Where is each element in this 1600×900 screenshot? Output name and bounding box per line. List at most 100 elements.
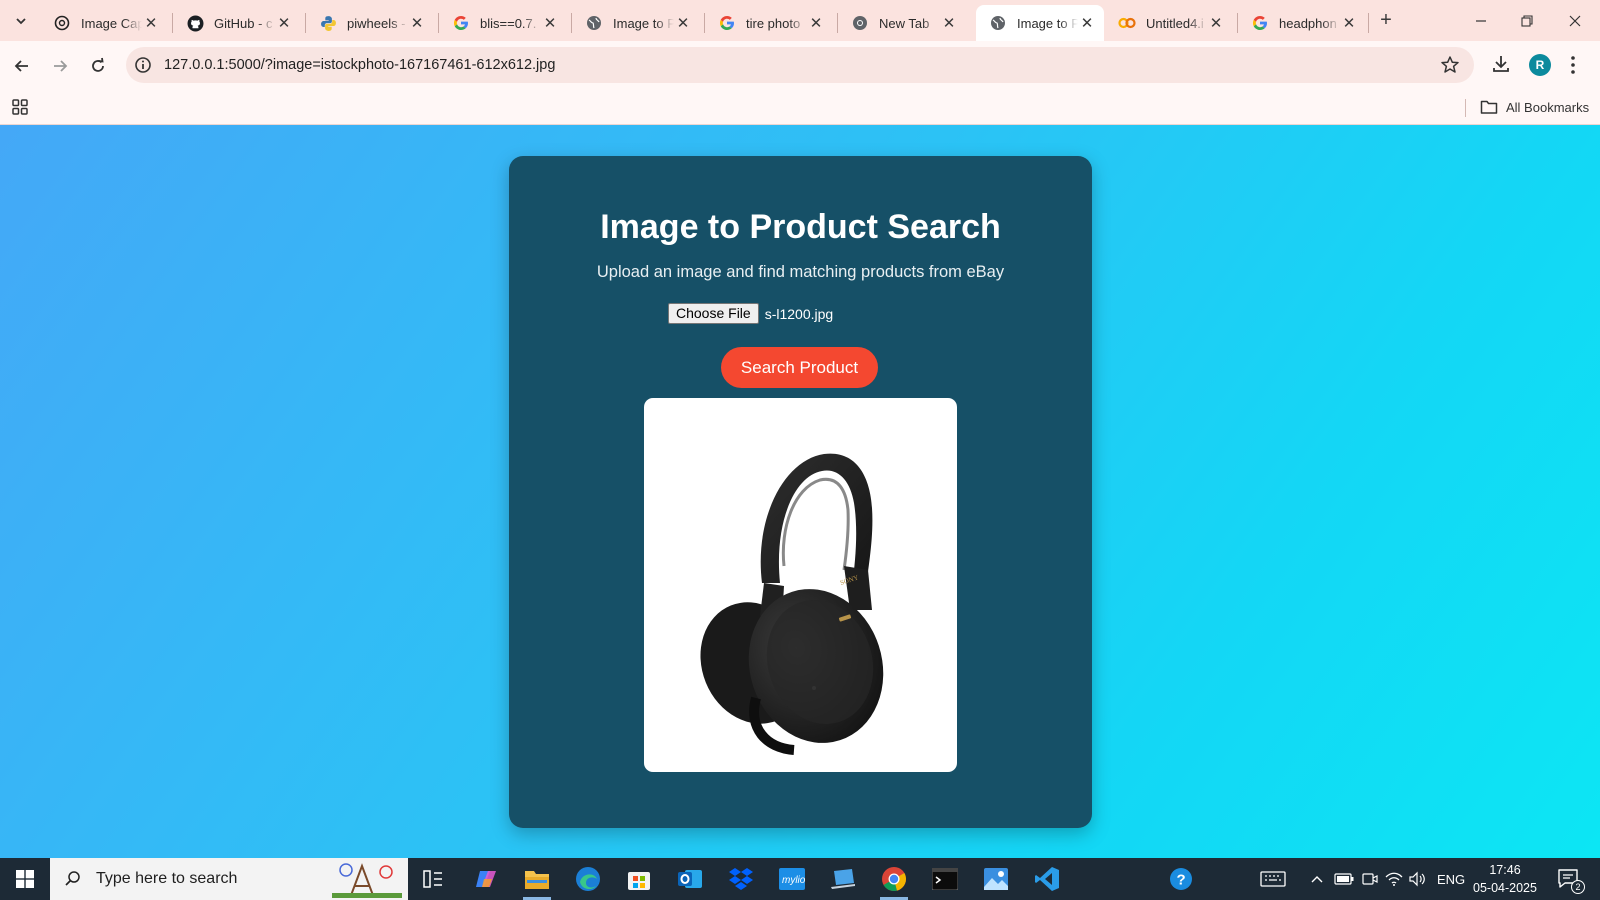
- close-icon[interactable]: ✕: [541, 14, 559, 32]
- mylio-icon: mylio: [779, 868, 805, 890]
- address-bar[interactable]: 127.0.0.1:5000/?image=istockphoto-167167…: [126, 47, 1474, 83]
- tab-untitled4[interactable]: Untitled4.i ✕: [1105, 5, 1233, 41]
- close-icon[interactable]: ✕: [940, 14, 958, 32]
- taskbar-file-explorer[interactable]: [515, 862, 559, 900]
- all-bookmarks-label: All Bookmarks: [1506, 99, 1590, 115]
- python-icon: [319, 14, 337, 32]
- taskbar-copilot[interactable]: [464, 862, 508, 896]
- tab-image-to-product[interactable]: Image to P ✕: [572, 5, 700, 41]
- reload-button[interactable]: [86, 54, 110, 78]
- store-icon: [628, 872, 650, 890]
- volume-icon[interactable]: [1408, 858, 1426, 900]
- chrome-icon: [851, 14, 869, 32]
- page-viewport: Image to Product Search Upload an image …: [0, 125, 1600, 858]
- avatar: R: [1529, 54, 1551, 76]
- all-bookmarks-button[interactable]: All Bookmarks: [1480, 99, 1589, 115]
- tab-headphones[interactable]: headphon ✕: [1238, 5, 1366, 41]
- keyboard-touch-icon[interactable]: [1260, 858, 1286, 900]
- download-icon: [1493, 56, 1509, 72]
- tab-title: blis==0.7.: [480, 15, 537, 31]
- taskbar-vscode[interactable]: [1025, 862, 1069, 896]
- tab-title: piwheels -: [347, 15, 406, 31]
- profile-button[interactable]: R: [1529, 54, 1551, 76]
- taskbar-chrome[interactable]: [872, 862, 916, 900]
- tab-title: Image to P: [1017, 15, 1078, 31]
- close-icon[interactable]: ✕: [674, 14, 692, 32]
- google-icon: [1251, 14, 1269, 32]
- tab-tire-photo[interactable]: tire photo ✕: [705, 5, 833, 41]
- restore-icon: [1521, 15, 1533, 27]
- minimize-button[interactable]: [1458, 6, 1504, 36]
- battery-icon[interactable]: [1334, 858, 1354, 900]
- bookmark-star-icon[interactable]: [1440, 55, 1460, 80]
- downloads-button[interactable]: [1490, 53, 1512, 80]
- close-icon[interactable]: ✕: [408, 14, 426, 32]
- taskbar-remote-app[interactable]: [821, 862, 865, 896]
- browser-menu-button[interactable]: [1570, 55, 1576, 80]
- browser-toolbar: 127.0.0.1:5000/?image=istockphoto-167167…: [0, 41, 1600, 91]
- tab-strip: Image Cap ✕ GitHub - c ✕ piwheels - ✕ bl…: [0, 0, 1600, 41]
- clock-time: 17:46: [1489, 863, 1521, 877]
- forward-button[interactable]: [48, 54, 72, 78]
- site-info-icon[interactable]: [134, 56, 152, 79]
- search-product-button[interactable]: Search Product: [721, 347, 878, 388]
- notification-count-badge: 2: [1571, 880, 1585, 894]
- close-icon: [1569, 15, 1581, 27]
- wifi-icon[interactable]: [1385, 858, 1403, 900]
- file-input[interactable]: Choose File s-l1200.jpg: [668, 303, 833, 324]
- close-icon[interactable]: ✕: [275, 14, 293, 32]
- help-app-button[interactable]: ?: [1159, 862, 1203, 896]
- taskbar-search-box[interactable]: Type here to search: [50, 858, 408, 900]
- tab-title: headphon: [1279, 15, 1337, 31]
- taskbar-photos[interactable]: [974, 862, 1018, 896]
- meet-now-icon[interactable]: [1362, 858, 1378, 900]
- close-icon[interactable]: ✕: [142, 14, 160, 32]
- tab-search-button[interactable]: [8, 8, 34, 34]
- copilot-icon: [476, 871, 496, 887]
- search-card: Image to Product Search Upload an image …: [509, 156, 1092, 828]
- restore-button[interactable]: [1504, 6, 1550, 36]
- choose-file-button[interactable]: Choose File: [668, 303, 759, 324]
- tab-github[interactable]: GitHub - c ✕: [173, 5, 301, 41]
- system-clock[interactable]: 17:46 05-04-2025: [1465, 861, 1545, 897]
- url-text: 127.0.0.1:5000/?image=istockphoto-167167…: [164, 57, 556, 73]
- openai-icon: [53, 14, 71, 32]
- taskbar-outlook[interactable]: [668, 862, 712, 896]
- start-button[interactable]: [0, 858, 50, 900]
- svg-text:?: ?: [1177, 872, 1186, 889]
- chevron-up-icon: [1311, 876, 1323, 883]
- product-image-preview: SONY: [644, 398, 957, 772]
- close-icon[interactable]: ✕: [1340, 14, 1358, 32]
- show-hidden-icons-button[interactable]: [1310, 858, 1324, 900]
- outlook-icon: [678, 870, 702, 888]
- taskbar-task-view[interactable]: [411, 862, 455, 896]
- globe-icon: [989, 14, 1007, 32]
- help-icon: ?: [1170, 868, 1192, 890]
- tab-blis[interactable]: blis==0.7. ✕: [439, 5, 567, 41]
- taskbar-dropbox[interactable]: [719, 862, 763, 896]
- tab-image-to-product-active[interactable]: Image to P ✕: [976, 5, 1104, 41]
- back-button[interactable]: [10, 54, 34, 78]
- tab-image-cap[interactable]: Image Cap ✕: [40, 5, 168, 41]
- taskbar-store[interactable]: [617, 862, 661, 896]
- close-icon[interactable]: ✕: [807, 14, 825, 32]
- new-tab-button[interactable]: +: [1375, 10, 1397, 32]
- tab-piwheels[interactable]: piwheels - ✕: [306, 5, 434, 41]
- taskbar-search-placeholder: Type here to search: [96, 870, 238, 887]
- close-icon[interactable]: ✕: [1207, 14, 1225, 32]
- close-window-button[interactable]: [1552, 6, 1598, 36]
- close-icon[interactable]: ✕: [1078, 14, 1096, 32]
- notifications-button[interactable]: 2: [1557, 858, 1585, 900]
- minimize-icon: [1476, 20, 1486, 22]
- taskbar-terminal[interactable]: [923, 862, 967, 896]
- github-icon: [186, 14, 204, 32]
- google-icon: [452, 14, 470, 32]
- tab-new-tab[interactable]: New Tab ✕: [838, 5, 966, 41]
- chrome-icon: [882, 867, 906, 891]
- apps-grid-icon[interactable]: [11, 98, 29, 121]
- taskbar-edge[interactable]: [566, 862, 610, 896]
- taskbar-mylio[interactable]: mylio: [770, 862, 814, 896]
- language-indicator[interactable]: ENG: [1437, 858, 1465, 900]
- tab-title: Untitled4.i: [1146, 15, 1204, 31]
- colab-icon: [1118, 14, 1136, 32]
